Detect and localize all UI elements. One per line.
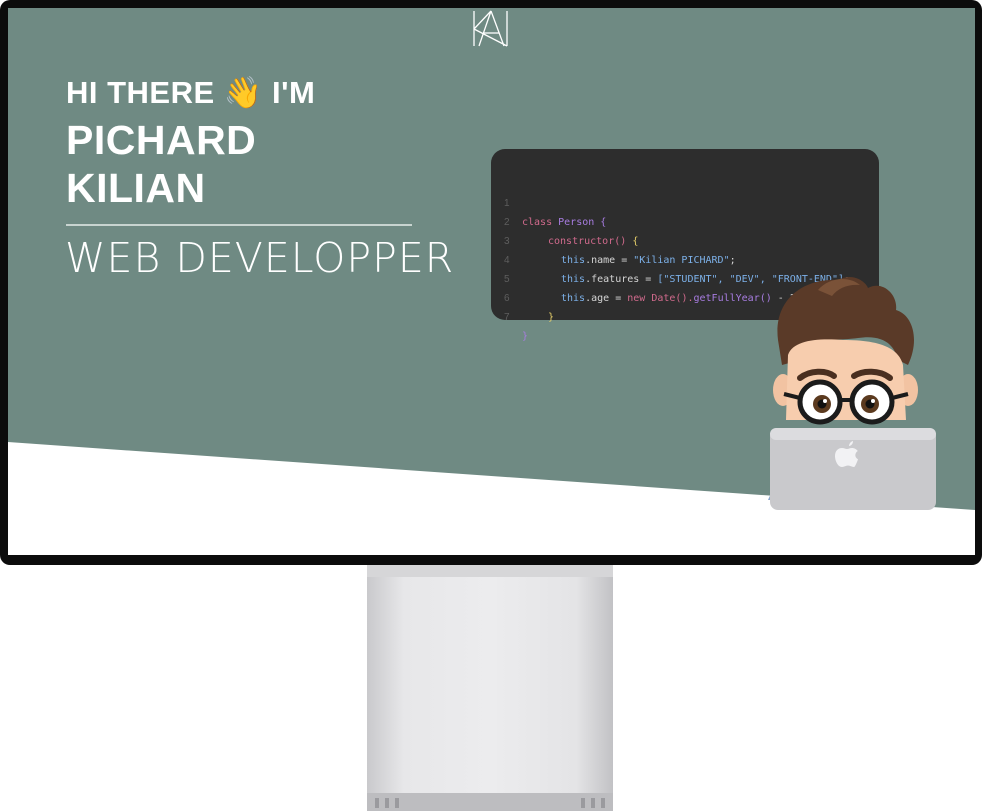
code-class-name: Person: [558, 217, 595, 228]
code-line: 2 constructor() {: [491, 194, 638, 247]
code-brace: }: [548, 312, 555, 323]
code-property: .features =: [585, 274, 658, 285]
code-line: 5 this.age = new Date().getFullYear() - …: [491, 251, 820, 304]
memoji-avatar-with-laptop: [768, 277, 936, 510]
divider: [66, 224, 412, 226]
greeting: HI THERE 👋 I'M: [66, 75, 316, 110]
code-property: .name =: [585, 255, 634, 266]
ka-monogram-logo[interactable]: [471, 9, 509, 47]
code-string: "Kilian PICHARD": [633, 255, 730, 266]
code-line: 1 class Person {: [491, 175, 606, 228]
full-name: PICHARD KILIAN: [66, 116, 256, 212]
code-line: 4 this.features = ["STUDENT", "DEV", "FR…: [491, 232, 850, 285]
code-keyword: new: [627, 293, 646, 304]
code-line: 6 }: [491, 270, 554, 323]
code-this: this: [561, 293, 586, 304]
monitor-frame: HI THERE 👋 I'M PICHARD KILIAN WEB DEVELO…: [0, 0, 982, 565]
code-punct: ;: [729, 255, 736, 266]
screen: HI THERE 👋 I'M PICHARD KILIAN WEB DEVELO…: [8, 8, 975, 555]
monitor-stand: [367, 565, 613, 811]
last-name: KILIAN: [66, 165, 206, 211]
line-number: 7: [504, 312, 510, 323]
code-property: .age =: [585, 293, 628, 304]
code-line: 7 }: [491, 289, 539, 342]
code-brace: {: [600, 217, 607, 228]
code-brace: }: [522, 331, 529, 342]
code-this: this: [561, 274, 586, 285]
code-line: 3 this.name = "Kilian PICHARD";: [491, 213, 736, 266]
code-this: this: [561, 255, 586, 266]
code-function: Date().: [651, 293, 694, 304]
code-brace: {: [632, 236, 639, 247]
code-function: constructor(): [548, 236, 627, 247]
first-name: PICHARD: [66, 117, 257, 163]
role-title: WEB DEVELOPPER: [65, 234, 455, 282]
